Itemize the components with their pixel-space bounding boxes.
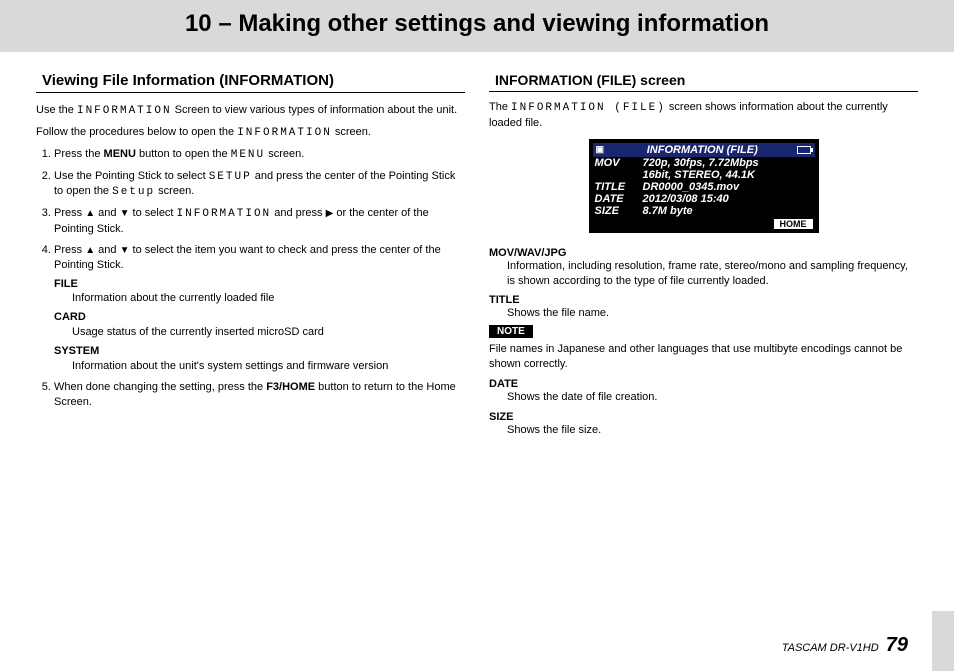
lcd-home-button: HOME	[774, 219, 813, 229]
lcd-text: INFORMATION	[237, 127, 332, 139]
field-name: MOV/WAV/JPG	[489, 247, 918, 259]
definition-list: FILE Information about the currently loa…	[54, 277, 465, 374]
down-arrow-icon: ▼	[120, 208, 130, 219]
lcd-label: MOV	[595, 157, 643, 169]
def-body: Usage status of the currently inserted m…	[54, 325, 465, 340]
section-title-left: Viewing File Information (INFORMATION)	[36, 72, 465, 93]
field-size: SIZE Shows the file size.	[489, 411, 918, 438]
lcd-value: 2012/03/08 15:40	[643, 193, 813, 205]
lcd-value: 16bit, STEREO, 44.1K	[643, 169, 813, 181]
field-title: TITLE Shows the file name.	[489, 294, 918, 321]
text: Press	[54, 244, 85, 256]
subsection-title-right: INFORMATION (FILE) screen	[489, 72, 918, 92]
lcd-row-mov: MOV720p, 30fps, 7.72Mbps	[593, 157, 815, 169]
field-name: DATE	[489, 378, 918, 390]
intro-para-1: Use the INFORMATION Screen to view vario…	[36, 103, 465, 119]
sd-icon: ▣	[593, 144, 608, 155]
field-name: TITLE	[489, 294, 918, 306]
def-body: Information about the currently loaded f…	[54, 291, 465, 306]
text: and press	[271, 207, 325, 219]
procedure-list: Press the MENU button to open the MENU s…	[36, 147, 465, 410]
def-term-file: FILE	[54, 277, 465, 292]
right-intro: The INFORMATION (FILE) screen shows info…	[489, 100, 918, 131]
intro-para-2: Follow the procedures below to open the …	[36, 125, 465, 141]
step-2: Use the Pointing Stick to select SETUP a…	[54, 169, 465, 201]
field-mov: MOV/WAV/JPG Information, including resol…	[489, 247, 918, 289]
text: and	[95, 244, 119, 256]
lcd-label: TITLE	[595, 181, 643, 193]
page-footer: TASCAM DR-V1HD 79	[782, 634, 908, 657]
field-body: Information, including resolution, frame…	[489, 259, 918, 289]
lcd-frame: ▣ INFORMATION (FILE) MOV720p, 30fps, 7.7…	[589, 139, 819, 233]
lcd-row-size: SIZE8.7M byte	[593, 205, 815, 217]
bold-text: MENU	[104, 148, 136, 160]
lcd-text: INFORMATION	[177, 208, 272, 220]
lcd-row-date: DATE2012/03/08 15:40	[593, 193, 815, 205]
def-term-system: SYSTEM	[54, 344, 465, 359]
def-body: Information about the unit's system sett…	[54, 359, 465, 374]
bold-text: F3/HOME	[266, 381, 315, 393]
text: The	[489, 101, 511, 113]
text: Follow the procedures below to open the	[36, 126, 237, 138]
lcd-value: 720p, 30fps, 7.72Mbps	[643, 157, 813, 169]
lcd-screenshot: ▣ INFORMATION (FILE) MOV720p, 30fps, 7.7…	[489, 139, 918, 233]
lcd-label: DATE	[595, 193, 643, 205]
lcd-text: MENU	[231, 149, 265, 161]
left-column: Viewing File Information (INFORMATION) U…	[36, 72, 465, 438]
field-body: Shows the file name.	[489, 306, 918, 321]
field-name: SIZE	[489, 411, 918, 423]
chapter-title: 10 – Making other settings and viewing i…	[36, 10, 918, 38]
up-arrow-icon: ▲	[85, 245, 95, 256]
text: Use the Pointing Stick to select	[54, 170, 209, 182]
down-arrow-icon: ▼	[120, 245, 130, 256]
lcd-footer: HOME	[593, 217, 815, 229]
step-3: Press ▲ and ▼ to select INFORMATION and …	[54, 206, 465, 237]
note-label: NOTE	[489, 325, 533, 338]
text: Use the	[36, 104, 77, 116]
text: button to open the	[136, 148, 231, 160]
step-5: When done changing the setting, press th…	[54, 380, 465, 410]
lcd-text: Setup	[112, 186, 155, 198]
page-number: 79	[886, 634, 908, 656]
lcd-label	[595, 169, 643, 181]
def-term-card: CARD	[54, 310, 465, 325]
text: screen.	[332, 126, 371, 138]
field-body: Shows the file size.	[489, 423, 918, 438]
field-date: DATE Shows the date of file creation.	[489, 378, 918, 405]
text: screen.	[155, 185, 194, 197]
text: Screen to view various types of informat…	[172, 104, 458, 116]
text: Press	[54, 207, 85, 219]
lcd-title: INFORMATION (FILE)	[647, 144, 758, 156]
lcd-row-title: TITLEDR0000_0345.mov	[593, 181, 815, 193]
lcd-text: INFORMATION	[77, 105, 172, 117]
lcd-row-mov2: 16bit, STEREO, 44.1K	[593, 169, 815, 181]
note-body: File names in Japanese and other languag…	[489, 342, 918, 372]
chapter-header: 10 – Making other settings and viewing i…	[0, 0, 954, 52]
step-1: Press the MENU button to open the MENU s…	[54, 147, 465, 163]
battery-icon	[797, 146, 811, 154]
right-column: INFORMATION (FILE) screen The INFORMATIO…	[489, 72, 918, 438]
lcd-titlebar: ▣ INFORMATION (FILE)	[593, 143, 815, 157]
text: to select	[129, 207, 176, 219]
field-body: Shows the date of file creation.	[489, 390, 918, 405]
text: Press the	[54, 148, 104, 160]
lcd-text: SETUP	[209, 171, 252, 183]
thumb-tab	[932, 611, 954, 671]
lcd-label: SIZE	[595, 205, 643, 217]
text: and	[95, 207, 119, 219]
body-columns: Viewing File Information (INFORMATION) U…	[36, 72, 918, 438]
text: screen.	[265, 148, 304, 160]
product-name: TASCAM DR-V1HD	[782, 642, 879, 654]
lcd-value: DR0000_0345.mov	[643, 181, 813, 193]
text: When done changing the setting, press th…	[54, 381, 266, 393]
up-arrow-icon: ▲	[85, 208, 95, 219]
step-4: Press ▲ and ▼ to select the item you wan…	[54, 243, 465, 374]
lcd-text: INFORMATION (FILE)	[511, 102, 666, 114]
lcd-value: 8.7M byte	[643, 205, 813, 217]
